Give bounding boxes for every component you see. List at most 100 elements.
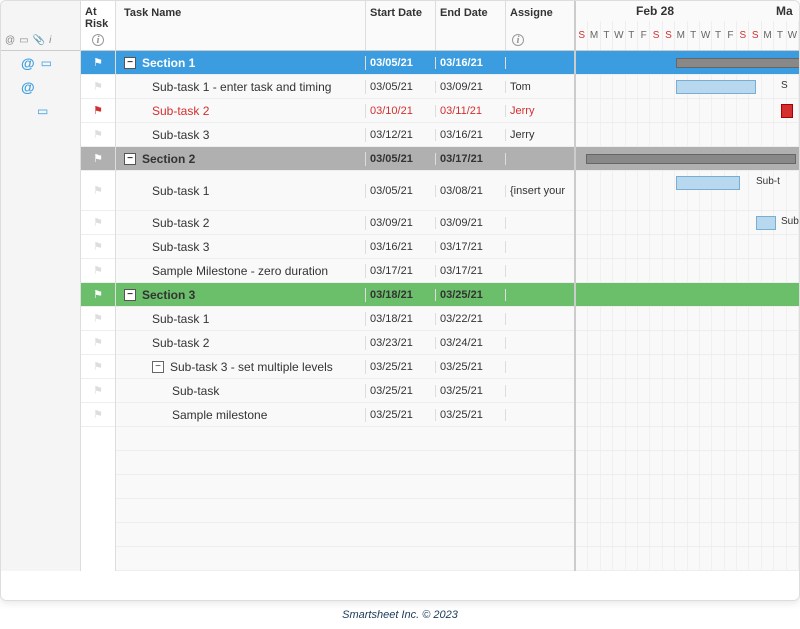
flag-cell[interactable]: ⚑ [81, 283, 115, 307]
empty-row[interactable] [116, 427, 574, 451]
start-date-cell[interactable]: 03/25/21 [366, 409, 436, 421]
comment-icon[interactable]: ▭ [41, 56, 52, 70]
end-date-cell[interactable]: 03/17/21 [436, 241, 506, 253]
col-start-date[interactable]: Start Date [366, 1, 436, 50]
start-date-cell[interactable]: 03/25/21 [366, 361, 436, 373]
gantt-row[interactable] [576, 259, 799, 283]
flag-cell[interactable]: ⚑ [81, 147, 115, 171]
end-date-cell[interactable]: 03/16/21 [436, 57, 506, 69]
task-row[interactable]: Sub-task03/25/2103/25/21 [116, 379, 574, 403]
gantt-section[interactable]: Feb 28 Ma SMTWTFSSMTWTFSSMTW SSub-tSub [576, 1, 799, 571]
empty-row[interactable] [116, 499, 574, 523]
task-name-cell[interactable]: −Section 3 [116, 288, 366, 302]
task-name-cell[interactable]: −Section 2 [116, 152, 366, 166]
gantt-row[interactable]: Sub-t [576, 171, 799, 211]
gantt-row[interactable] [576, 123, 799, 147]
comment-icon[interactable]: ▭ [37, 104, 48, 118]
end-date-cell[interactable]: 03/24/21 [436, 337, 506, 349]
flag-cell[interactable]: ⚑ [81, 331, 115, 355]
gantt-bar[interactable] [586, 154, 796, 164]
end-date-cell[interactable]: 03/09/21 [436, 217, 506, 229]
flag-cell[interactable]: ⚑ [81, 75, 115, 99]
gantt-row[interactable] [576, 99, 799, 123]
col-assigned[interactable]: Assigne i [506, 1, 566, 50]
col-end-date[interactable]: End Date [436, 1, 506, 50]
start-date-cell[interactable]: 03/05/21 [366, 185, 436, 197]
task-name-cell[interactable]: Sub-task 1 [116, 184, 366, 198]
section-row[interactable]: −Section 303/18/2103/25/21 [116, 283, 574, 307]
task-name-cell[interactable]: Sub-task 3 [116, 128, 366, 142]
start-date-cell[interactable]: 03/12/21 [366, 129, 436, 141]
section-row[interactable]: −Section 203/05/2103/17/21 [116, 147, 574, 171]
start-date-cell[interactable]: 03/18/21 [366, 289, 436, 301]
task-name-cell[interactable]: Sub-task 1 [116, 312, 366, 326]
end-date-cell[interactable]: 03/25/21 [436, 289, 506, 301]
gantt-bar[interactable] [756, 216, 776, 230]
gantt-bar[interactable] [676, 176, 740, 190]
task-row[interactable]: Sub-task 1 - enter task and timing03/05/… [116, 75, 574, 99]
gantt-row[interactable] [576, 355, 799, 379]
task-name-cell[interactable]: Sample Milestone - zero duration [116, 264, 366, 278]
gantt-bar[interactable] [676, 80, 756, 94]
flag-cell[interactable]: ⚑ [81, 211, 115, 235]
task-name-cell[interactable]: Sub-task 2 [116, 216, 366, 230]
gantt-row[interactable] [576, 51, 799, 75]
task-name-cell[interactable]: Sub-task 2 [116, 336, 366, 350]
task-row[interactable]: Sub-task 203/23/2103/24/21 [116, 331, 574, 355]
end-date-cell[interactable]: 03/17/21 [436, 153, 506, 165]
empty-row[interactable] [116, 451, 574, 475]
assigned-cell[interactable]: {insert your name} [506, 185, 566, 197]
gantt-row[interactable] [576, 307, 799, 331]
end-date-cell[interactable]: 03/25/21 [436, 361, 506, 373]
mention-icon[interactable]: @ [21, 55, 35, 71]
task-name-cell[interactable]: Sample milestone [116, 408, 366, 422]
task-name-cell[interactable]: Sub-task 3 [116, 240, 366, 254]
flag-cell[interactable]: ⚑ [81, 171, 115, 211]
assigned-cell[interactable]: Jerry [506, 129, 566, 141]
gantt-row[interactable] [576, 283, 799, 307]
end-date-cell[interactable]: 03/17/21 [436, 265, 506, 277]
start-date-cell[interactable]: 03/25/21 [366, 385, 436, 397]
collapse-button[interactable]: − [124, 153, 136, 165]
task-row[interactable]: Sub-task 303/12/2103/16/21Jerry [116, 123, 574, 147]
task-name-cell[interactable]: Sub-task 2 [116, 104, 366, 118]
flag-cell[interactable]: ⚑ [81, 379, 115, 403]
start-date-cell[interactable]: 03/16/21 [366, 241, 436, 253]
gantt-bar[interactable] [676, 58, 799, 68]
flag-cell[interactable]: ⚑ [81, 99, 115, 123]
end-date-cell[interactable]: 03/25/21 [436, 385, 506, 397]
empty-row[interactable] [116, 475, 574, 499]
col-task-name[interactable]: Task Name [116, 1, 366, 50]
end-date-cell[interactable]: 03/25/21 [436, 409, 506, 421]
task-row[interactable]: Sub-task 103/18/2103/22/21 [116, 307, 574, 331]
flag-cell[interactable]: ⚑ [81, 235, 115, 259]
start-date-cell[interactable]: 03/18/21 [366, 313, 436, 325]
start-date-cell[interactable]: 03/09/21 [366, 217, 436, 229]
task-row[interactable]: Sub-task 203/09/2103/09/21 [116, 211, 574, 235]
flag-cell[interactable]: ⚑ [81, 355, 115, 379]
gantt-row[interactable] [576, 331, 799, 355]
start-date-cell[interactable]: 03/17/21 [366, 265, 436, 277]
task-row[interactable]: Sample milestone03/25/2103/25/21 [116, 403, 574, 427]
task-row[interactable]: −Sub-task 3 - set multiple levels03/25/2… [116, 355, 574, 379]
task-row[interactable]: Sub-task 203/10/2103/11/21Jerry [116, 99, 574, 123]
start-date-cell[interactable]: 03/05/21 [366, 153, 436, 165]
task-name-cell[interactable]: Sub-task [116, 384, 366, 398]
task-row[interactable]: Sub-task 103/05/2103/08/21{insert your n… [116, 171, 574, 211]
task-name-cell[interactable]: −Sub-task 3 - set multiple levels [116, 360, 366, 374]
start-date-cell[interactable]: 03/10/21 [366, 105, 436, 117]
gantt-row[interactable] [576, 403, 799, 427]
collapse-button[interactable]: − [124, 289, 136, 301]
collapse-button[interactable]: − [152, 361, 164, 373]
start-date-cell[interactable]: 03/23/21 [366, 337, 436, 349]
gantt-row[interactable] [576, 235, 799, 259]
task-name-cell[interactable]: −Section 1 [116, 56, 366, 70]
flag-cell[interactable]: ⚑ [81, 403, 115, 427]
gantt-row[interactable]: S [576, 75, 799, 99]
mention-icon[interactable]: @ [21, 79, 35, 95]
gantt-bar[interactable] [781, 104, 793, 118]
end-date-cell[interactable]: 03/08/21 [436, 185, 506, 197]
empty-row[interactable] [116, 547, 574, 571]
task-row[interactable]: Sub-task 303/16/2103/17/21 [116, 235, 574, 259]
end-date-cell[interactable]: 03/16/21 [436, 129, 506, 141]
